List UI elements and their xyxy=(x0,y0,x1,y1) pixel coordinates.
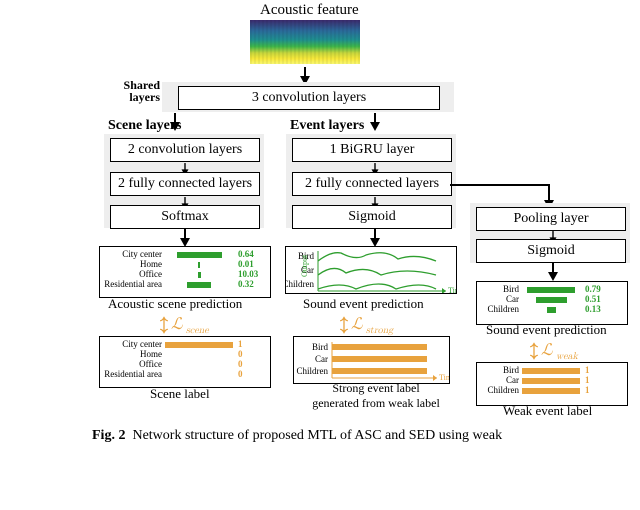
weak-label-caption: Weak event label xyxy=(503,403,592,419)
spectrogram-image xyxy=(250,20,360,64)
loss-strong: ℒ strong xyxy=(340,314,393,336)
shared-label: Sharedlayers xyxy=(118,79,160,103)
event-box-bigru: 1 BiGRU layer xyxy=(292,138,452,162)
event-section-title: Event layers xyxy=(290,118,364,134)
svg-text:Output: Output xyxy=(300,254,309,277)
svg-text:Children: Children xyxy=(297,366,329,376)
pool-box-sigmoid: Sigmoid xyxy=(476,239,626,263)
scene-pred-panel: City center0.64 Home0.01 Office10.03 Res… xyxy=(99,246,271,298)
weak-pred-panel: Bird0.79 Car0.51 Children0.13 xyxy=(476,281,628,325)
event-box-sigmoid: Sigmoid xyxy=(292,205,452,229)
weak-pred-caption: Sound event prediction xyxy=(486,322,607,338)
weak-label-panel: Bird1 Car1 Children1 xyxy=(476,362,628,406)
arrow-down xyxy=(548,272,558,281)
strong-label-panel: Bird Car Children Time xyxy=(293,336,450,384)
shared-box-conv: 3 convolution layers xyxy=(178,86,440,110)
scene-pred-caption: Acoustic scene prediction xyxy=(108,296,242,312)
arrow-down xyxy=(370,122,380,131)
header-title: Acoustic feature xyxy=(260,2,359,19)
event-box-fc: 2 fully connected layers xyxy=(292,172,452,196)
svg-text:Bird: Bird xyxy=(312,342,329,352)
scene-box-conv: 2 convolution layers xyxy=(110,138,260,162)
svg-text:Car: Car xyxy=(315,354,328,364)
scene-section-title: Scene layers xyxy=(108,118,181,134)
scene-label-panel: City center1 Home0 Office0 Residential a… xyxy=(99,336,271,388)
loss-scene: ℒ scene xyxy=(160,314,209,336)
strong-pred-panel: Bird Car Children Time Output xyxy=(285,246,457,294)
svg-text:Time: Time xyxy=(439,373,449,381)
scene-label-caption: Scene label xyxy=(150,386,210,402)
figure-caption: Fig. 2 Network structure of proposed MTL… xyxy=(92,428,502,444)
scene-box-softmax: Softmax xyxy=(110,205,260,229)
strong-label-caption: Strong event labelgenerated from weak la… xyxy=(296,381,456,411)
svg-text:Time: Time xyxy=(448,286,456,293)
connector-line xyxy=(450,184,550,186)
loss-weak: ℒ weak xyxy=(530,340,578,362)
svg-text:Children: Children xyxy=(286,279,314,289)
pool-box-pooling: Pooling layer xyxy=(476,207,626,231)
scene-box-fc: 2 fully connected layers xyxy=(110,172,260,196)
strong-pred-caption: Sound event prediction xyxy=(303,296,424,312)
